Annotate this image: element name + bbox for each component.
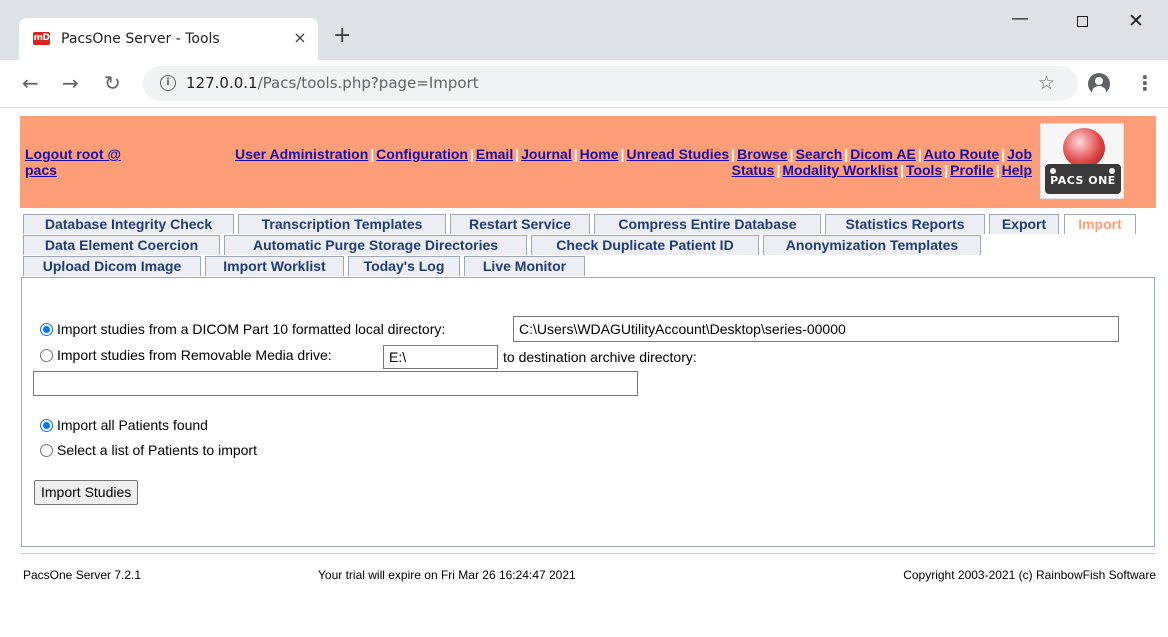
tab-upload-dicom-image[interactable]: Upload Dicom Image (23, 256, 201, 276)
tab-statistics-reports[interactable]: Statistics Reports (825, 214, 985, 234)
nav-link-email[interactable]: Email (476, 146, 513, 162)
nav-link-unread-studies[interactable]: Unread Studies (626, 146, 729, 162)
nav-link-browse[interactable]: Browse (737, 146, 788, 162)
patients-list-label: Select a list of Patients to import (57, 442, 257, 458)
tab-export[interactable]: Export (989, 214, 1059, 234)
reload-icon[interactable]: ↻ (104, 72, 121, 94)
browser-toolbar: ← → ↻ i 127.0.0.1/Pacs/tools.php?page=Im… (0, 60, 1168, 108)
nav-link-home[interactable]: Home (580, 146, 619, 162)
footer-divider (20, 553, 1156, 554)
nav-link-journal[interactable]: Journal (521, 146, 572, 162)
logo-text: PACS ONE (1050, 174, 1116, 187)
footer-version: PacsOne Server 7.2.1 (23, 568, 142, 582)
tab-import-worklist[interactable]: Import Worklist (205, 256, 344, 276)
patients-all-option[interactable]: Import all Patients found (40, 417, 208, 433)
url-path: /Pacs/tools.php?page=Import (257, 74, 479, 92)
browser-menu-icon[interactable]: ⋮ (1135, 72, 1155, 94)
back-arrow-icon[interactable]: ← (22, 72, 39, 94)
pacsone-header: Logout root @ pacs User Administration | C… (20, 116, 1156, 208)
nav-link-dicom-ae[interactable]: Dicom AE (850, 146, 916, 162)
patients-all-label: Import all Patients found (57, 417, 208, 433)
source-local-option[interactable]: Import studies from a DICOM Part 10 form… (40, 321, 445, 337)
source-media-option[interactable]: Import studies from Removable Media driv… (40, 347, 332, 363)
local-directory-input[interactable]: C:\Users\WDAGUtilityAccount\Desktop\seri… (513, 316, 1119, 342)
tab-live-monitor[interactable]: Live Monitor (464, 256, 585, 276)
source-media-label: Import studies from Removable Media driv… (57, 347, 332, 363)
nav-link-profile[interactable]: Profile (950, 162, 994, 178)
site-info-icon[interactable]: i (160, 75, 176, 91)
profile-avatar-icon[interactable] (1088, 73, 1110, 95)
forward-arrow-icon[interactable]: → (62, 72, 79, 94)
nav-link-modality-worklist[interactable]: Modality Worklist (782, 162, 898, 178)
source-local-radio[interactable] (40, 323, 53, 336)
tab-transcription-templates[interactable]: Transcription Templates (238, 214, 446, 234)
tab-close-icon[interactable]: × (291, 28, 309, 48)
tab-anonymization-templates[interactable]: Anonymization Templates (763, 235, 981, 255)
tab-automatic-purge-storage-directories[interactable]: Automatic Purge Storage Directories (224, 235, 527, 255)
nav-link-user-administration[interactable]: User Administration (235, 146, 368, 162)
nav-link-configuration[interactable]: Configuration (376, 146, 468, 162)
tab-restart-service[interactable]: Restart Service (450, 214, 590, 234)
tab-database-integrity-check[interactable]: Database Integrity Check (23, 214, 234, 234)
tab-title: PacsOne Server - Tools (61, 31, 220, 47)
destination-directory-input[interactable] (33, 371, 638, 396)
address-bar[interactable]: i 127.0.0.1/Pacs/tools.php?page=Import ☆ (143, 66, 1078, 101)
bookmark-star-icon[interactable]: ☆ (1038, 72, 1055, 94)
tab-check-duplicate-patient-id[interactable]: Check Duplicate Patient ID (531, 235, 759, 255)
site-favicon-icon: mD (33, 32, 50, 45)
window-maximize-icon[interactable] (1062, 8, 1102, 34)
source-local-label: Import studies from a DICOM Part 10 form… (57, 321, 446, 337)
url-text: 127.0.0.1/Pacs/tools.php?page=Import (186, 74, 479, 92)
footer-trial-notice: Your trial will expire on Fri Mar 26 16:… (318, 568, 576, 582)
window-minimize-icon[interactable]: — (1000, 8, 1040, 34)
logout-link[interactable]: Logout root @ pacs (25, 146, 145, 178)
pacsone-logo: PACS ONE (1040, 123, 1124, 199)
destination-label: to destination archive directory: (503, 349, 697, 365)
patients-all-radio[interactable] (40, 419, 53, 432)
media-drive-input[interactable]: E:\ (383, 345, 498, 369)
patients-list-option[interactable]: Select a list of Patients to import (40, 442, 257, 458)
window-close-icon[interactable]: ✕ (1116, 8, 1156, 34)
patients-list-radio[interactable] (40, 444, 53, 457)
logo-sphere-icon (1063, 128, 1105, 168)
tab-import[interactable]: Import (1064, 214, 1136, 234)
main-navigation: User Administration | Configuration | Email |… (234, 146, 1032, 178)
tab-todays-log[interactable]: Today's Log (348, 256, 460, 276)
nav-link-search[interactable]: Search (796, 146, 843, 162)
tab-data-element-coercion[interactable]: Data Element Coercion (23, 235, 220, 255)
browser-tabstrip: mD PacsOne Server - Tools × + — ✕ (0, 0, 1168, 60)
source-media-radio[interactable] (40, 349, 53, 362)
url-host: 127.0.0.1 (186, 74, 258, 92)
tab-compress-entire-database[interactable]: Compress Entire Database (594, 214, 821, 234)
browser-tab[interactable]: mD PacsOne Server - Tools × (19, 18, 318, 60)
nav-link-auto-route[interactable]: Auto Route (924, 146, 999, 162)
import-studies-button[interactable]: Import Studies (34, 480, 139, 505)
footer-copyright: Copyright 2003-2021 (c) RainbowFish Soft… (903, 568, 1156, 582)
nav-link-help[interactable]: Help (1002, 162, 1032, 178)
nav-link-tools[interactable]: Tools (906, 162, 942, 178)
new-tab-icon[interactable]: + (333, 24, 351, 48)
